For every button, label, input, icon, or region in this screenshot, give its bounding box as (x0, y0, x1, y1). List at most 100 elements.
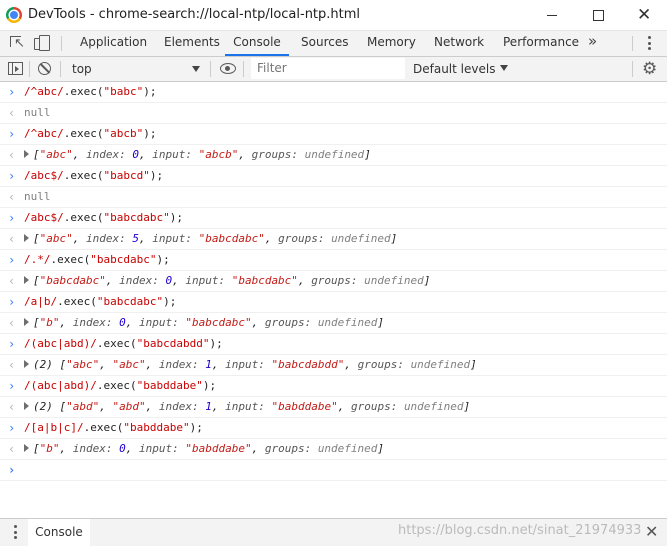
token-punc: [ (33, 274, 40, 287)
expand-triangle-icon[interactable] (24, 360, 29, 368)
token-punc: , (105, 274, 120, 287)
tab-memory[interactable]: Memory (367, 31, 416, 56)
token-text: ); (202, 379, 217, 392)
clear-console-icon[interactable] (38, 62, 51, 75)
console-output-row: ‹ ["abc", index: 0, input: "abcb", groups… (0, 145, 667, 166)
token-num: 0 (132, 148, 139, 161)
token-punc: [ (33, 232, 40, 245)
filter-input[interactable] (251, 58, 405, 79)
expand-triangle-icon[interactable] (24, 150, 29, 158)
tab-elements[interactable]: Elements (164, 31, 220, 56)
token-str: "abc" (39, 148, 73, 161)
message-content: /abc$/.exec("babcd"); (24, 166, 163, 186)
token-text: .exec( (96, 337, 137, 350)
token-punc: ] (377, 316, 385, 329)
close-drawer-icon[interactable]: ✕ (645, 521, 658, 543)
token-undef: undefined (317, 316, 378, 329)
token-regex: "babcdabdd" (136, 337, 210, 350)
console-output-row: ‹ ["b", index: 0, input: "babddabe", grou… (0, 439, 667, 460)
token-key: input: (138, 316, 186, 329)
expand-triangle-icon[interactable] (24, 234, 29, 242)
expand-triangle-icon[interactable] (24, 402, 29, 410)
maximize-button[interactable] (575, 0, 621, 30)
prompt-arrow-icon: › (8, 295, 16, 309)
token-punc: [ (33, 148, 40, 161)
customize-menu-icon[interactable] (648, 36, 651, 52)
minimize-button[interactable] (529, 0, 575, 30)
message-content: /(abc|abd)/.exec("babddabe"); (24, 376, 216, 396)
prompt-arrow-icon: › (8, 85, 16, 99)
prompt-arrow-icon: › (8, 337, 16, 351)
console-output-row: ‹ (2) ["abd", "abd", index: 1, input: "ba… (0, 397, 667, 418)
token-key: groups: (311, 274, 365, 287)
token-regex: /[a|b|c]/ (24, 421, 84, 434)
token-text: .exec( (83, 421, 124, 434)
tab-network[interactable]: Network (434, 31, 484, 56)
prompt-arrow-icon: › (8, 421, 16, 435)
token-punc: ] (463, 400, 471, 413)
tab-sources[interactable]: Sources (301, 31, 348, 56)
console-output-row: ‹ ["abc", index: 5, input: "babcdabc", gr… (0, 229, 667, 250)
tab-application[interactable]: Application (80, 31, 147, 56)
chrome-logo-icon (6, 7, 22, 23)
token-key: index: (72, 316, 120, 329)
message-content: /^abc/.exec("abcb"); (24, 124, 157, 144)
token-punc: (2) [ (33, 358, 67, 371)
token-regex: "abcb" (103, 127, 144, 140)
token-key: groups: (251, 148, 305, 161)
token-punc: , (138, 148, 153, 161)
show-sidebar-icon[interactable] (8, 62, 23, 75)
expand-triangle-icon[interactable] (24, 444, 29, 452)
token-str: "babcdabc" (231, 274, 298, 287)
token-punc: , (238, 148, 252, 161)
close-window-button[interactable]: ✕ (621, 0, 667, 30)
token-punc: , (264, 232, 279, 245)
console-input-row: › /abc$/.exec("babcdabc"); (0, 208, 667, 229)
token-regex: "babcd" (103, 169, 150, 182)
token-punc: , (145, 358, 159, 371)
context-selector[interactable]: top (66, 57, 206, 81)
token-punc: , (99, 358, 113, 371)
tab-console[interactable]: Console (225, 31, 289, 56)
message-content: ["b", index: 0, input: "babcdabc", group… (24, 313, 384, 333)
console-prompt[interactable]: › (0, 460, 667, 481)
token-key: groups: (357, 358, 411, 371)
inspect-element-icon[interactable]: ↖ (9, 35, 25, 51)
console-settings-gear-icon[interactable]: ⚙ (642, 59, 657, 79)
token-regex: /a|b/ (24, 295, 58, 308)
console-output-row: ‹ ["b", index: 0, input: "babcdabc", grou… (0, 313, 667, 334)
device-toolbar-icon[interactable] (34, 35, 50, 51)
token-str: "babcdabdd" (271, 358, 345, 371)
live-expression-eye-icon[interactable] (220, 63, 236, 74)
token-punc: , (99, 400, 113, 413)
drawer-menu-icon[interactable] (14, 525, 17, 542)
message-content: /.*/.exec("babcdabc"); (24, 250, 170, 270)
maximize-icon (593, 10, 604, 21)
token-punc: , (337, 400, 351, 413)
token-text: .exec( (63, 169, 104, 182)
result-arrow-icon: ‹ (8, 190, 16, 204)
result-arrow-icon: ‹ (8, 316, 16, 330)
token-regex: /.*/ (24, 253, 51, 266)
log-levels-dropdown[interactable]: Default levels (413, 57, 509, 81)
token-key: index: (158, 358, 206, 371)
divider (243, 61, 244, 77)
token-punc: , (297, 274, 312, 287)
console-input-row: › /.*/.exec("babcdabc"); (0, 250, 667, 271)
expand-triangle-icon[interactable] (24, 318, 29, 326)
watermark-text: https://blog.csdn.net/sinat_21974933 (398, 523, 642, 538)
token-punc: , (59, 316, 73, 329)
token-punc: , (172, 274, 186, 287)
more-tabs-icon[interactable]: » (588, 32, 597, 50)
token-key: groups: (350, 400, 404, 413)
token-regex: "babcdabc" (96, 295, 164, 308)
token-text: .exec( (50, 253, 91, 266)
token-num: 1 (205, 358, 212, 371)
drawer-tab-console[interactable]: Console (28, 519, 90, 546)
token-punc: ] (423, 274, 431, 287)
console-input-row: › /(abc|abd)/.exec("babcdabdd"); (0, 334, 667, 355)
token-punc: , (125, 316, 139, 329)
tab-performance[interactable]: Performance (503, 31, 579, 56)
expand-triangle-icon[interactable] (24, 276, 29, 284)
token-regex: /(abc|abd)/ (24, 337, 97, 350)
